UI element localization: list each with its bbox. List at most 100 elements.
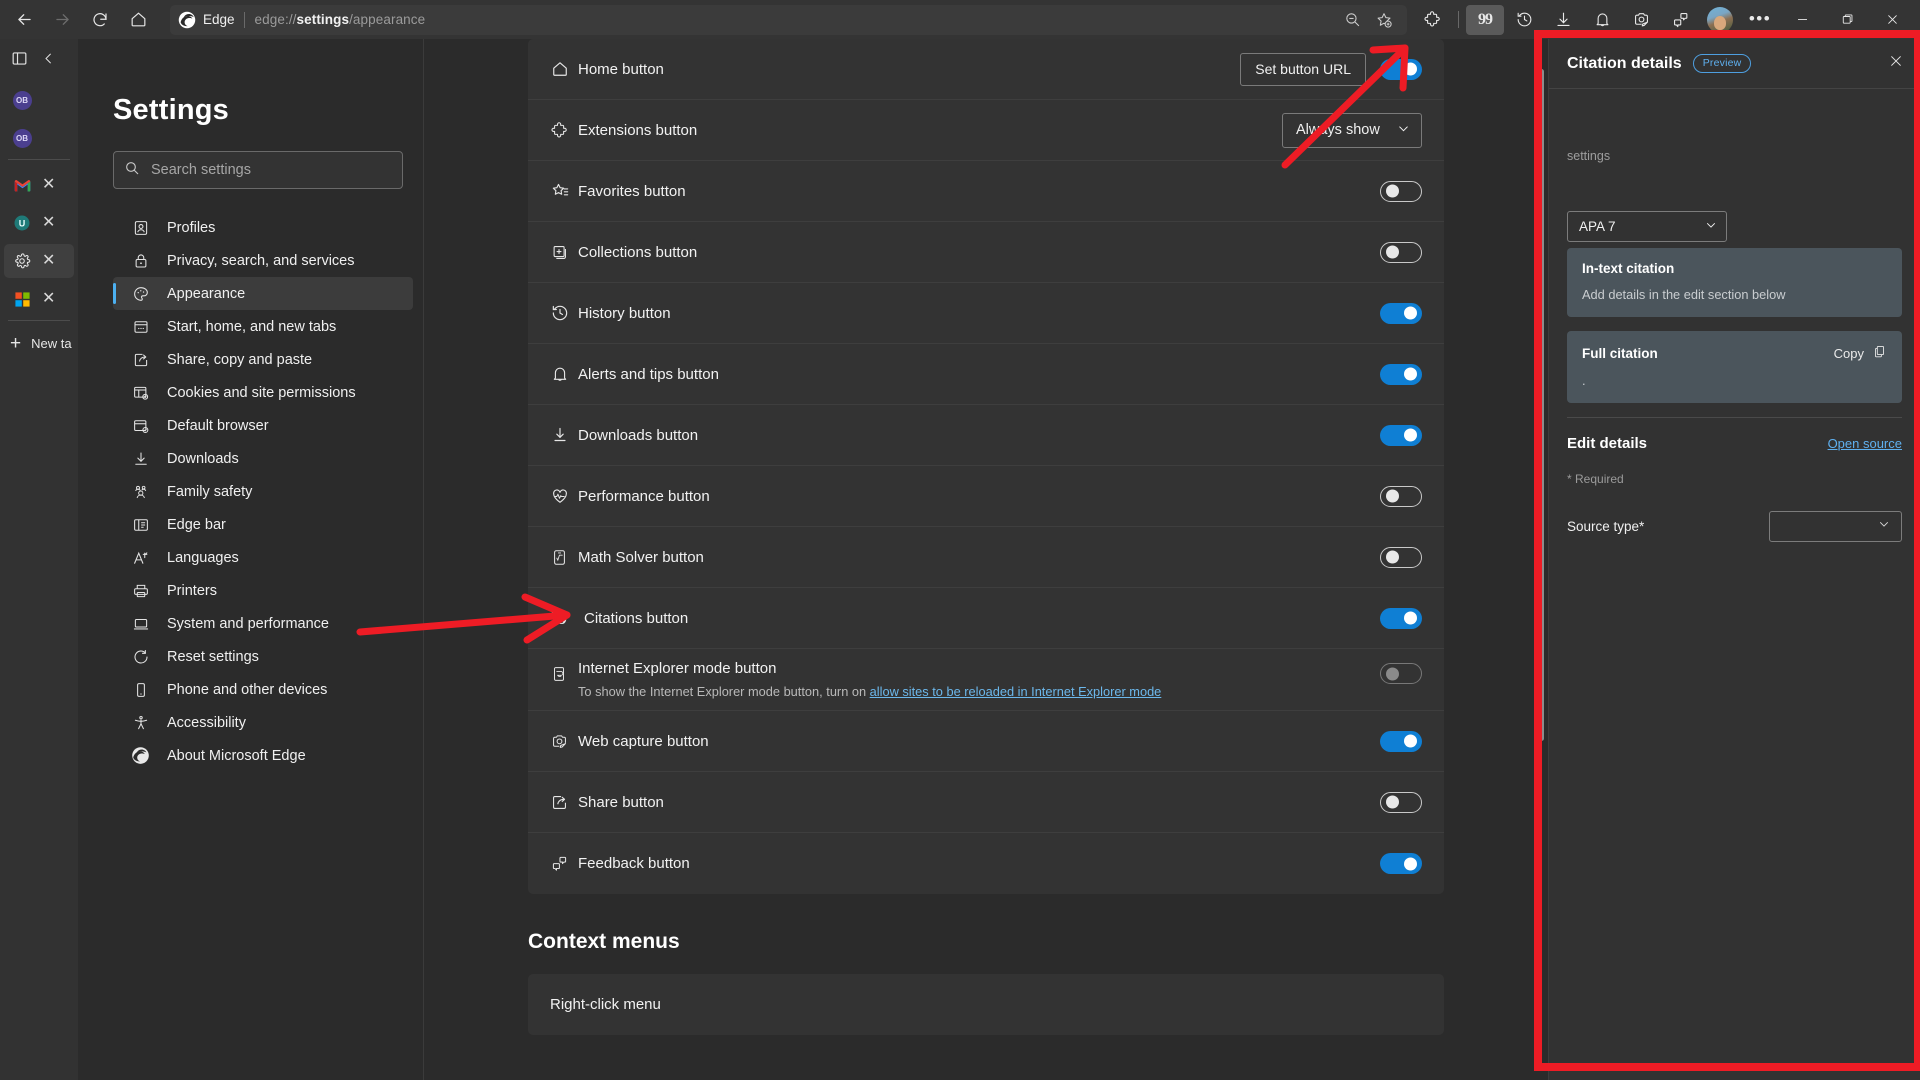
chevron-left-icon[interactable]: [41, 51, 56, 71]
chevron-down-icon: [1396, 121, 1411, 140]
sidebar-item-profiles[interactable]: Profiles: [113, 211, 413, 244]
search-settings-box[interactable]: [113, 151, 403, 189]
alerts-icon[interactable]: [1583, 5, 1621, 35]
minimize-button[interactable]: [1780, 4, 1824, 36]
citations-icon[interactable]: 99: [1466, 5, 1504, 35]
sidebar-item-privacy[interactable]: Privacy, search, and services: [113, 244, 413, 277]
setting-row-ie-mode-button: Internet Explorer mode button To show th…: [528, 649, 1444, 711]
sidebar-item-edge-bar[interactable]: Edge bar: [113, 508, 413, 541]
open-source-link[interactable]: Open source: [1828, 436, 1902, 451]
sidebar-item-about-edge[interactable]: About Microsoft Edge: [113, 739, 413, 772]
ie-mode-button-toggle[interactable]: [1380, 663, 1422, 684]
new-tab-button[interactable]: + New ta: [0, 327, 78, 359]
extensions-visibility-dropdown[interactable]: Always show: [1282, 113, 1422, 148]
set-button-url-button[interactable]: Set button URL: [1240, 53, 1366, 86]
profile-avatar[interactable]: [1707, 7, 1733, 33]
tab-u[interactable]: U ✕: [4, 206, 74, 240]
sidebar-item-cookies[interactable]: Cookies and site permissions: [113, 376, 413, 409]
citation-panel-body: settings APA 7 In-text citation Add deta…: [1549, 89, 1920, 542]
close-icon[interactable]: [1888, 53, 1904, 74]
address-bar[interactable]: Edge edge://settings/appearance: [170, 5, 1407, 35]
window-icon: [131, 317, 150, 336]
collections-button-toggle[interactable]: [1380, 242, 1422, 263]
sidebar-item-phone-devices[interactable]: Phone and other devices: [113, 673, 413, 706]
share-icon: [131, 350, 150, 369]
laptop-icon: [131, 614, 150, 633]
history-button-toggle[interactable]: [1380, 303, 1422, 324]
row-text: Share button: [578, 783, 1380, 822]
tab-close-icon[interactable]: ✕: [42, 253, 55, 269]
citation-style-dropdown[interactable]: APA 7: [1567, 211, 1727, 242]
setting-row-right-click-menu: Right-click menu: [528, 974, 1444, 1035]
sidebar-item-downloads[interactable]: Downloads: [113, 442, 413, 475]
search-input[interactable]: [151, 162, 392, 178]
tab-settings[interactable]: ✕: [4, 244, 74, 278]
sidebar-item-label: Printers: [167, 583, 217, 599]
sidebar-item-family-safety[interactable]: Family safety: [113, 475, 413, 508]
sidebar-item-default-browser[interactable]: Default browser: [113, 409, 413, 442]
forward-button[interactable]: [44, 5, 80, 35]
sidebar-item-system-performance[interactable]: System and performance: [113, 607, 413, 640]
extensions-icon[interactable]: [1413, 5, 1451, 35]
tab-microsoft[interactable]: ✕: [4, 282, 74, 316]
row-label: Citations button: [584, 610, 1380, 627]
row-label: History button: [578, 305, 1380, 322]
home-button[interactable]: [120, 5, 156, 35]
refresh-button[interactable]: [82, 5, 118, 35]
web-capture-icon[interactable]: [1622, 5, 1660, 35]
home-button-toggle[interactable]: [1380, 59, 1422, 80]
share-button-toggle[interactable]: [1380, 792, 1422, 813]
back-button[interactable]: [6, 5, 42, 35]
row-label: Favorites button: [578, 183, 1380, 200]
citations-button-toggle[interactable]: [1380, 608, 1422, 629]
tab-gmail[interactable]: ✕: [4, 168, 74, 202]
feedback-button-toggle[interactable]: [1380, 853, 1422, 874]
alerts-button-toggle[interactable]: [1380, 364, 1422, 385]
sidebar-item-appearance[interactable]: Appearance: [113, 277, 413, 310]
more-options-icon[interactable]: •••: [1741, 5, 1779, 35]
sidebar-item-printers[interactable]: Printers: [113, 574, 413, 607]
tab-close-icon[interactable]: ✕: [42, 291, 55, 307]
close-window-button[interactable]: [1870, 4, 1914, 36]
workspace-ob-1[interactable]: OB: [4, 83, 74, 117]
row-controls: [1380, 608, 1422, 629]
tab-close-icon[interactable]: ✕: [42, 177, 55, 193]
setting-row-web-capture-button: Web capture button: [528, 711, 1444, 772]
math-solver-button-toggle[interactable]: [1380, 547, 1422, 568]
toolbar-divider: [1458, 11, 1459, 28]
row-text: Favorites button: [578, 172, 1380, 211]
feedback-icon[interactable]: [1661, 5, 1699, 35]
sidebar-item-reset-settings[interactable]: Reset settings: [113, 640, 413, 673]
web-capture-icon: [550, 732, 578, 751]
vertical-tab-strip: OB OB ✕ U: [0, 39, 78, 1080]
history-icon: [550, 303, 578, 323]
content-scrollbar[interactable]: [1539, 69, 1544, 741]
ie-reload-link[interactable]: allow sites to be reloaded in Internet E…: [870, 684, 1162, 699]
sidebar-item-label: Downloads: [167, 451, 239, 467]
add-favorite-icon[interactable]: [1369, 6, 1399, 34]
workspace-ob-2[interactable]: OB: [4, 121, 74, 155]
sidebar-item-label: Phone and other devices: [167, 682, 327, 698]
sidebar-item-start-home[interactable]: Start, home, and new tabs: [113, 310, 413, 343]
sidebar-item-label: Start, home, and new tabs: [167, 319, 336, 335]
zoom-out-icon[interactable]: [1337, 6, 1367, 34]
favorites-button-toggle[interactable]: [1380, 181, 1422, 202]
full-citation-body: .: [1582, 373, 1887, 388]
row-label: Collections button: [578, 244, 1380, 261]
sidebar-item-share-copy-paste[interactable]: Share, copy and paste: [113, 343, 413, 376]
history-icon[interactable]: [1505, 5, 1543, 35]
sidebar-item-accessibility[interactable]: Accessibility: [113, 706, 413, 739]
downloads-icon[interactable]: [1544, 5, 1582, 35]
downloads-button-toggle[interactable]: [1380, 425, 1422, 446]
copy-citation-button[interactable]: Copy: [1834, 344, 1887, 362]
sidebar-item-languages[interactable]: Languages: [113, 541, 413, 574]
performance-button-toggle[interactable]: [1380, 486, 1422, 507]
tab-close-icon[interactable]: ✕: [42, 215, 55, 231]
address-divider: [244, 12, 245, 28]
tab-pane-icon[interactable]: [10, 49, 29, 73]
source-type-dropdown[interactable]: [1769, 511, 1902, 542]
web-capture-button-toggle[interactable]: [1380, 731, 1422, 752]
row-label: Home button: [578, 61, 1240, 78]
row-text: Downloads button: [578, 416, 1380, 455]
maximize-button[interactable]: [1825, 4, 1869, 36]
